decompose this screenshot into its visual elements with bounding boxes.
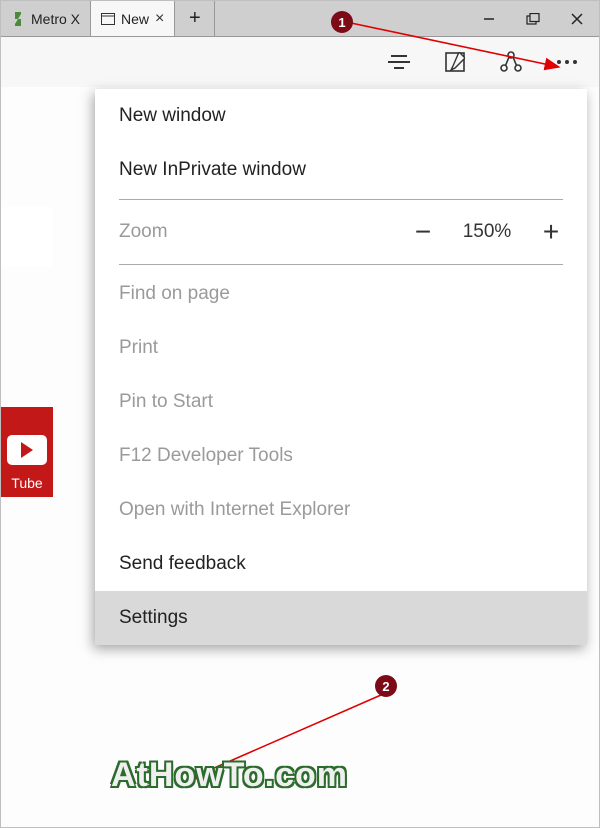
menu-settings[interactable]: Settings: [95, 591, 587, 645]
menu-separator: [119, 199, 563, 200]
minimize-button[interactable]: [467, 1, 511, 36]
close-tab-icon[interactable]: ×: [155, 10, 164, 28]
tile-label: Tube: [11, 475, 42, 491]
menu-new-window[interactable]: New window: [95, 89, 587, 143]
close-window-button[interactable]: [555, 1, 599, 36]
notes-icon[interactable]: [441, 48, 469, 76]
zoom-value: 150%: [455, 221, 519, 243]
menu-devtools[interactable]: F12 Developer Tools: [95, 429, 587, 483]
zoom-in-button[interactable]: +: [533, 216, 569, 248]
tab-new[interactable]: New ×: [91, 1, 175, 36]
tab-label: Metro X: [31, 11, 80, 27]
watermark: AtHowTo.com: [111, 756, 348, 795]
reading-list-icon[interactable]: [385, 48, 413, 76]
deviantart-icon: [11, 12, 25, 26]
tile-blank[interactable]: [1, 207, 53, 267]
youtube-icon: [7, 435, 47, 465]
more-icon[interactable]: [553, 48, 581, 76]
tile-youtube[interactable]: Tube: [1, 407, 53, 497]
zoom-out-button[interactable]: −: [405, 216, 441, 248]
tab-metro[interactable]: Metro X: [1, 1, 91, 36]
menu-open-ie[interactable]: Open with Internet Explorer: [95, 483, 587, 537]
annotation-badge-1: 1: [331, 11, 353, 33]
more-menu: New window New InPrivate window Zoom − 1…: [95, 89, 587, 645]
menu-zoom: Zoom − 150% +: [95, 202, 587, 262]
menu-find[interactable]: Find on page: [95, 267, 587, 321]
maximize-button[interactable]: [511, 1, 555, 36]
menu-separator: [119, 264, 563, 265]
annotation-badge-2: 2: [375, 675, 397, 697]
titlebar: Metro X New × +: [1, 1, 599, 37]
left-tiles: Tube: [1, 207, 53, 497]
menu-feedback[interactable]: Send feedback: [95, 537, 587, 591]
menu-pin-to-start[interactable]: Pin to Start: [95, 375, 587, 429]
menu-new-inprivate[interactable]: New InPrivate window: [95, 143, 587, 197]
share-icon[interactable]: [497, 48, 525, 76]
zoom-label: Zoom: [119, 221, 391, 243]
menu-print[interactable]: Print: [95, 321, 587, 375]
toolbar: [1, 37, 599, 87]
page-icon: [101, 12, 115, 26]
new-tab-button[interactable]: +: [175, 1, 215, 36]
tab-label: New: [121, 11, 149, 27]
